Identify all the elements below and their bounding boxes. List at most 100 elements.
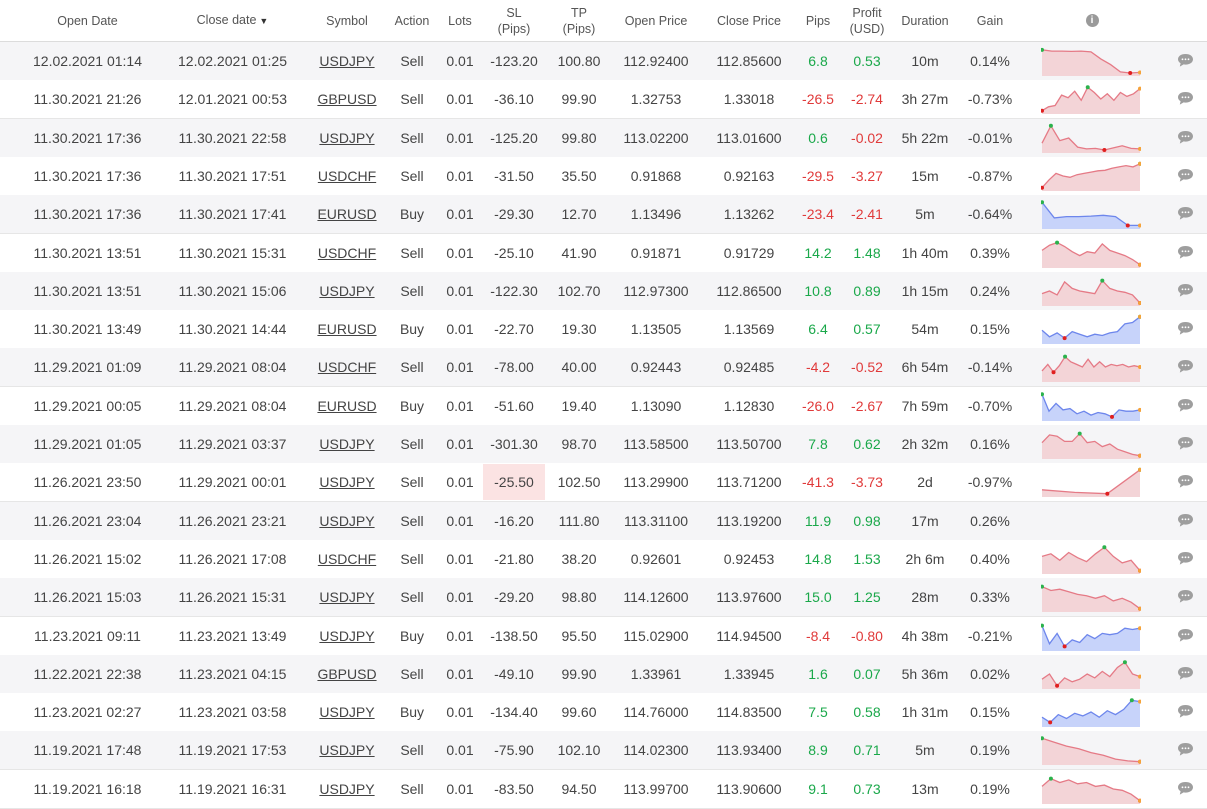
cell-symbol-text[interactable]: USDJPY — [319, 474, 374, 490]
cell-symbol[interactable]: USDJPY — [312, 272, 382, 310]
cell-symbol-text[interactable]: USDJPY — [319, 589, 374, 605]
cell-symbol[interactable]: USDJPY — [312, 693, 382, 731]
cell-symbol[interactable]: USDJPY — [312, 502, 382, 540]
comment-icon[interactable] — [1177, 206, 1194, 221]
comment-icon[interactable] — [1177, 398, 1194, 413]
cell-duration: 13m — [893, 770, 957, 808]
cell-open-price-text: 1.32753 — [630, 91, 682, 108]
cell-symbol-text[interactable]: USDJPY — [319, 53, 374, 69]
cell-symbol[interactable]: USDJPY — [312, 578, 382, 616]
cell-symbol[interactable]: USDJPY — [312, 731, 382, 769]
cell-symbol-text[interactable]: USDJPY — [319, 781, 374, 797]
cell-symbol[interactable]: EURUSD — [312, 387, 382, 425]
cell-symbol[interactable]: USDCHF — [312, 234, 382, 272]
cell-symbol-text[interactable]: GBPUSD — [317, 666, 376, 682]
cell-symbol[interactable]: USDJPY — [312, 425, 382, 463]
comment-icon[interactable] — [1177, 321, 1194, 336]
cell-close-date: 11.30.2021 17:41 — [175, 195, 290, 233]
cell-symbol-text[interactable]: EURUSD — [317, 398, 376, 414]
cell-symbol[interactable]: EURUSD — [312, 195, 382, 233]
cell-symbol[interactable]: USDJPY — [312, 463, 382, 501]
header-open-date[interactable]: Open Date — [30, 0, 145, 41]
cell-symbol[interactable]: USDJPY — [312, 42, 382, 80]
cell-duration: 17m — [893, 502, 957, 540]
header-tp[interactable]: TP (Pips) — [553, 0, 605, 41]
header-action[interactable]: Action — [387, 0, 437, 41]
cell-symbol[interactable]: GBPUSD — [312, 655, 382, 693]
comment-icon[interactable] — [1177, 53, 1194, 68]
cell-open-price: 113.99700 — [615, 770, 697, 808]
cell-symbol[interactable]: EURUSD — [312, 310, 382, 348]
cell-tp: 38.20 — [553, 540, 605, 578]
comment-icon[interactable] — [1177, 130, 1194, 145]
comment-icon[interactable] — [1177, 436, 1194, 451]
cell-tp: 99.90 — [553, 80, 605, 118]
comment-icon[interactable] — [1177, 359, 1194, 374]
comment-icon[interactable] — [1177, 513, 1194, 528]
header-duration[interactable]: Duration — [893, 0, 957, 41]
cell-symbol-text[interactable]: EURUSD — [317, 206, 376, 222]
cell-profit: -0.02 — [843, 119, 891, 157]
cell-symbol-text[interactable]: USDCHF — [318, 245, 376, 261]
cell-symbol-text[interactable]: USDJPY — [319, 130, 374, 146]
cell-symbol[interactable]: GBPUSD — [312, 80, 382, 118]
table-row: 11.30.2021 17:36 11.30.2021 22:58 USDJPY Se… — [0, 118, 1207, 158]
comment-icon[interactable] — [1177, 666, 1194, 681]
cell-duration: 5h 36m — [893, 655, 957, 693]
header-sl[interactable]: SL (Pips) — [483, 0, 545, 41]
comment-icon[interactable] — [1177, 781, 1194, 796]
comment-icon[interactable] — [1177, 551, 1194, 566]
cell-symbol-text[interactable]: GBPUSD — [317, 91, 376, 107]
cell-symbol-text[interactable]: USDCHF — [318, 359, 376, 375]
cell-symbol-text[interactable]: USDJPY — [319, 513, 374, 529]
cell-symbol[interactable]: USDCHF — [312, 348, 382, 386]
cell-symbol-text[interactable]: USDJPY — [319, 742, 374, 758]
cell-close-price-text: 112.85600 — [716, 53, 782, 69]
header-pips[interactable]: Pips — [797, 0, 839, 41]
comment-icon[interactable] — [1177, 474, 1194, 489]
comment-icon[interactable] — [1177, 91, 1194, 106]
header-info[interactable]: i — [1084, 0, 1100, 41]
header-profit[interactable]: Profit (USD) — [843, 0, 891, 41]
cell-symbol-text[interactable]: USDJPY — [319, 436, 374, 452]
cell-close-date: 11.23.2021 04:15 — [175, 655, 290, 693]
header-close-date[interactable]: Close date ▼ — [175, 0, 290, 41]
cell-symbol-text[interactable]: USDJPY — [319, 283, 374, 299]
cell-symbol-text[interactable]: USDCHF — [318, 168, 376, 184]
header-open-price[interactable]: Open Price — [615, 0, 697, 41]
comment-icon[interactable] — [1177, 589, 1194, 604]
cell-open-price: 1.13090 — [615, 387, 697, 425]
sparkline-max-dot — [1077, 431, 1082, 436]
cell-duration: 7h 59m — [893, 387, 957, 425]
header-open-price-label: Open Price — [624, 13, 688, 28]
cell-symbol-text[interactable]: EURUSD — [317, 321, 376, 337]
cell-gain: -0.14% — [960, 348, 1020, 386]
cell-symbol[interactable]: USDCHF — [312, 157, 382, 195]
comment-icon[interactable] — [1177, 704, 1194, 719]
cell-sl-text: -25.10 — [494, 244, 534, 261]
cell-tp: 19.40 — [553, 387, 605, 425]
cell-symbol[interactable]: USDCHF — [312, 540, 382, 578]
comment-icon[interactable] — [1177, 283, 1194, 298]
comment-icon[interactable] — [1177, 168, 1194, 183]
cell-action: Sell — [387, 578, 437, 616]
cell-action-text: Buy — [399, 397, 425, 414]
cell-symbol[interactable]: USDJPY — [312, 617, 382, 655]
cell-symbol-text[interactable]: USDJPY — [319, 628, 374, 644]
cell-tp-text: 41.90 — [561, 244, 597, 261]
comment-icon[interactable] — [1177, 742, 1194, 757]
cell-open-date-text: 11.19.2021 16:18 — [33, 780, 142, 797]
header-lots[interactable]: Lots — [440, 0, 480, 41]
sparkline-max-dot — [1063, 354, 1068, 359]
cell-duration-text: 4h 38m — [901, 627, 949, 644]
sparkline-min-dot — [1048, 720, 1053, 725]
header-close-price[interactable]: Close Price — [707, 0, 791, 41]
cell-symbol[interactable]: USDJPY — [312, 770, 382, 808]
cell-symbol-text[interactable]: USDJPY — [319, 704, 374, 720]
header-gain[interactable]: Gain — [960, 0, 1020, 41]
cell-symbol[interactable]: USDJPY — [312, 119, 382, 157]
comment-icon[interactable] — [1177, 628, 1194, 643]
comment-icon[interactable] — [1177, 245, 1194, 260]
cell-symbol-text[interactable]: USDCHF — [318, 551, 376, 567]
header-symbol[interactable]: Symbol — [312, 0, 382, 41]
